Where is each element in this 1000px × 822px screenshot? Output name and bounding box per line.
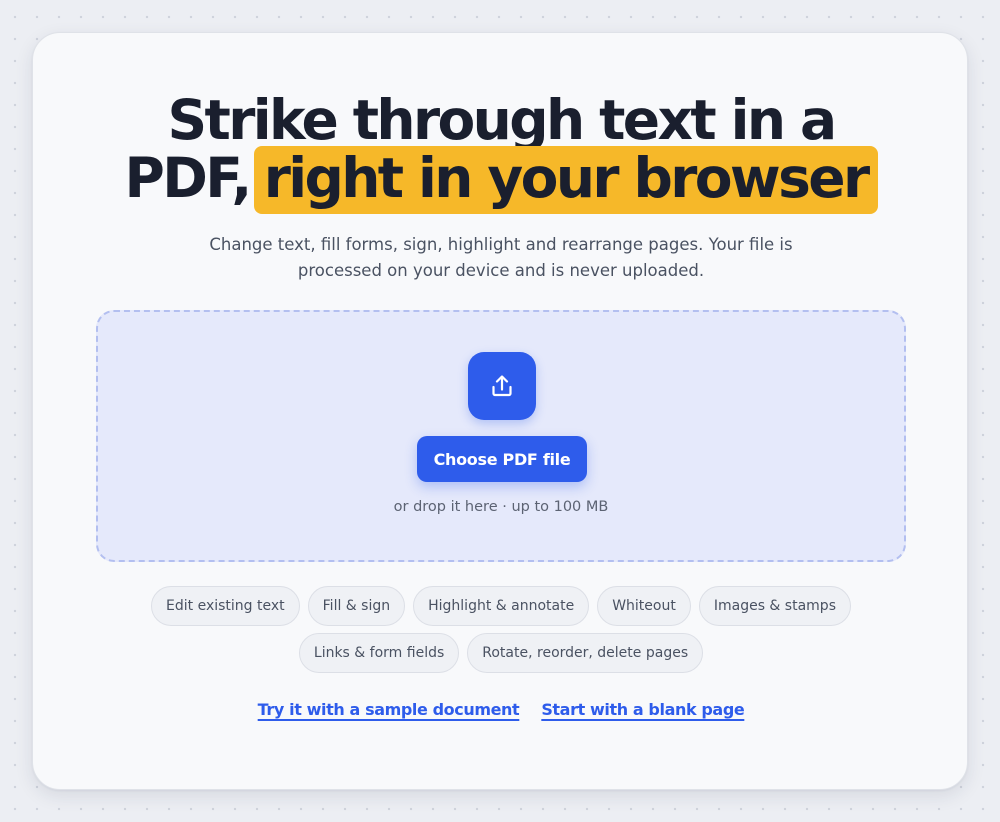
title-line-2-plain: PDF, — [124, 146, 252, 210]
feature-chip-images[interactable]: Images & stamps — [698, 586, 851, 626]
feature-chip-links-forms[interactable]: Links & form fields — [298, 633, 460, 673]
feature-chips-row-1: Edit existing text Fill & sign Highlight… — [33, 586, 969, 626]
feature-chip-highlight[interactable]: Highlight & annotate — [413, 586, 590, 626]
title-line-2: PDF, right in your browser — [33, 146, 969, 214]
page-subtitle: Change text, fill forms, sign, highlight… — [209, 235, 793, 280]
pdf-dropzone[interactable]: Choose PDF file or drop it here · up to … — [96, 310, 906, 562]
feature-chip-fill-sign[interactable]: Fill & sign — [307, 586, 406, 626]
blank-page-link[interactable]: Start with a blank page — [541, 700, 744, 719]
page-title: Strike through text in a PDF, right in yo… — [33, 88, 969, 214]
upload-card: Strike through text in a PDF, right in yo… — [32, 32, 968, 790]
feature-chips-row-2: Links & form fields Rotate, reorder, del… — [33, 633, 969, 673]
feature-chip-pages[interactable]: Rotate, reorder, delete pages — [467, 633, 704, 673]
upload-icon[interactable] — [468, 352, 536, 420]
upload-arrow-glyph — [492, 375, 512, 397]
title-line-1: Strike through text in a — [167, 88, 838, 152]
sample-document-link[interactable]: Try it with a sample document — [258, 700, 520, 719]
feature-chip-whiteout[interactable]: Whiteout — [597, 586, 691, 626]
drop-hint: or drop it here · up to 100 MB — [393, 499, 609, 515]
feature-chip-edit-text[interactable]: Edit existing text — [151, 586, 300, 626]
secondary-links: Try it with a sample document Start with… — [33, 700, 969, 719]
choose-pdf-button[interactable]: Choose PDF file — [417, 436, 587, 482]
title-highlight: right in your browser — [253, 146, 878, 214]
